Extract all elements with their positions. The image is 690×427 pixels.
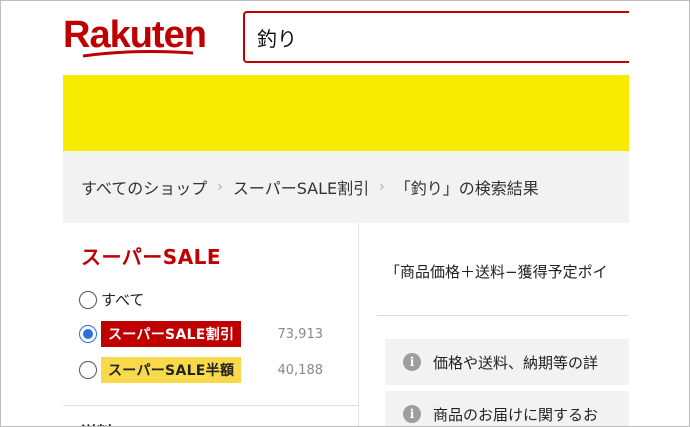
notice-text: 商品のお届けに関するお [433,405,599,424]
filter-option-super-sale-half-price[interactable]: スーパーSALE半額 40,188 [79,357,339,383]
radio-icon[interactable] [79,325,97,343]
notice-price-shipping[interactable]: i 価格や送料、納期等の詳 [385,339,629,385]
info-icon: i [403,405,421,423]
filter-option-count: 40,188 [277,362,324,378]
filter-option-super-sale-discount[interactable]: スーパーSALE割引 73,913 [79,321,339,347]
breadcrumb-separator-icon: › [379,179,385,195]
main-content: 「商品価格＋送料−獲得予定ポイ i 価格や送料、納期等の詳 i 商品のお届けに関… [359,223,629,426]
search-input[interactable]: 釣り [243,11,629,63]
filter-option-label: すべて [101,291,145,309]
promo-banner[interactable] [63,75,629,151]
sidebar-title: スーパーSALE [81,245,222,269]
filter-option-label: スーパーSALE半額 [101,357,242,383]
breadcrumb-super-sale-discount[interactable]: スーパーSALE割引 [233,175,369,199]
sidebar-divider [63,405,359,406]
rakuten-logo[interactable]: Rakuten [63,11,223,63]
radio-icon[interactable] [79,361,97,379]
radio-icon[interactable] [79,290,97,309]
screenshot-frame: Rakuten 釣り すべてのショップ › スーパーSALE割引 › 「釣り」の… [0,0,690,427]
sort-description: 「商品価格＋送料−獲得予定ポイ [385,263,608,281]
filter-option-all[interactable]: すべて [79,289,339,310]
logo-text: Rakuten [63,14,206,56]
notice-text: 価格や送料、納期等の詳 [433,353,599,372]
breadcrumb-search-results: 「釣り」の検索結果 [394,179,539,198]
info-icon: i [403,353,421,371]
main-divider [377,315,629,316]
breadcrumb-all-shops[interactable]: すべてのショップ [81,175,207,199]
notice-delivery[interactable]: i 商品のお届けに関するお [385,391,629,426]
breadcrumb: すべてのショップ › スーパーSALE割引 › 「釣り」の検索結果 [63,151,629,223]
sidebar-next-section-title: 送料 [81,419,113,426]
filter-option-label: スーパーSALE割引 [101,321,242,347]
breadcrumb-separator-icon: › [217,179,223,195]
sidebar-filter: スーパーSALE すべて スーパーSALE割引 73,913 スーパーSALE半… [63,223,359,426]
search-query: 釣り [257,26,297,51]
filter-option-count: 73,913 [277,326,324,342]
